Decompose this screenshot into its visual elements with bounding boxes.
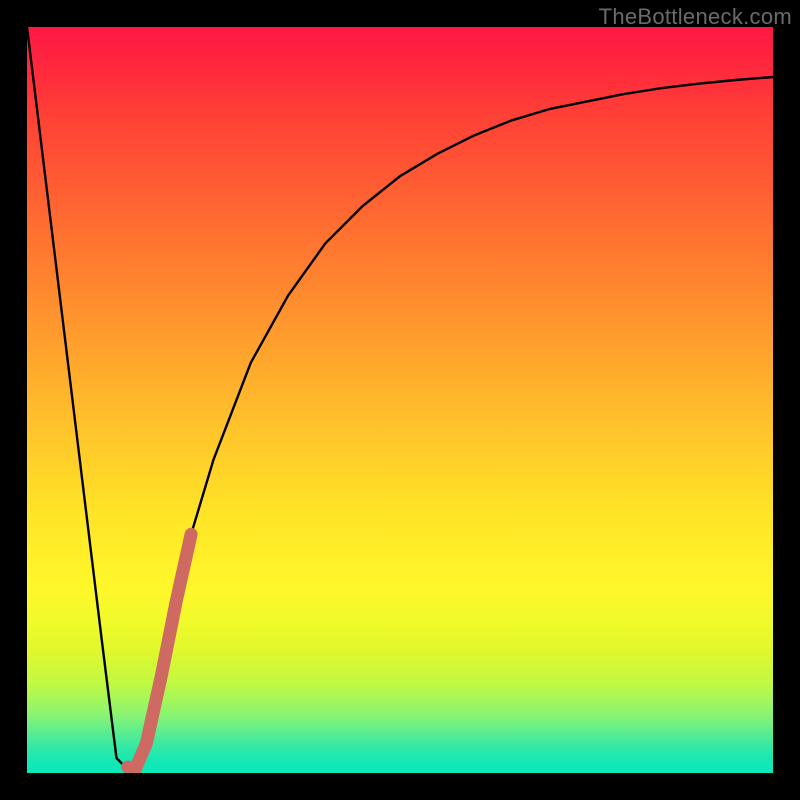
chart-frame: TheBottleneck.com: [0, 0, 800, 800]
main-curve: [27, 27, 773, 773]
highlight-segment: [128, 534, 191, 769]
curve-layer: [27, 27, 773, 773]
plot-area: [27, 27, 773, 773]
